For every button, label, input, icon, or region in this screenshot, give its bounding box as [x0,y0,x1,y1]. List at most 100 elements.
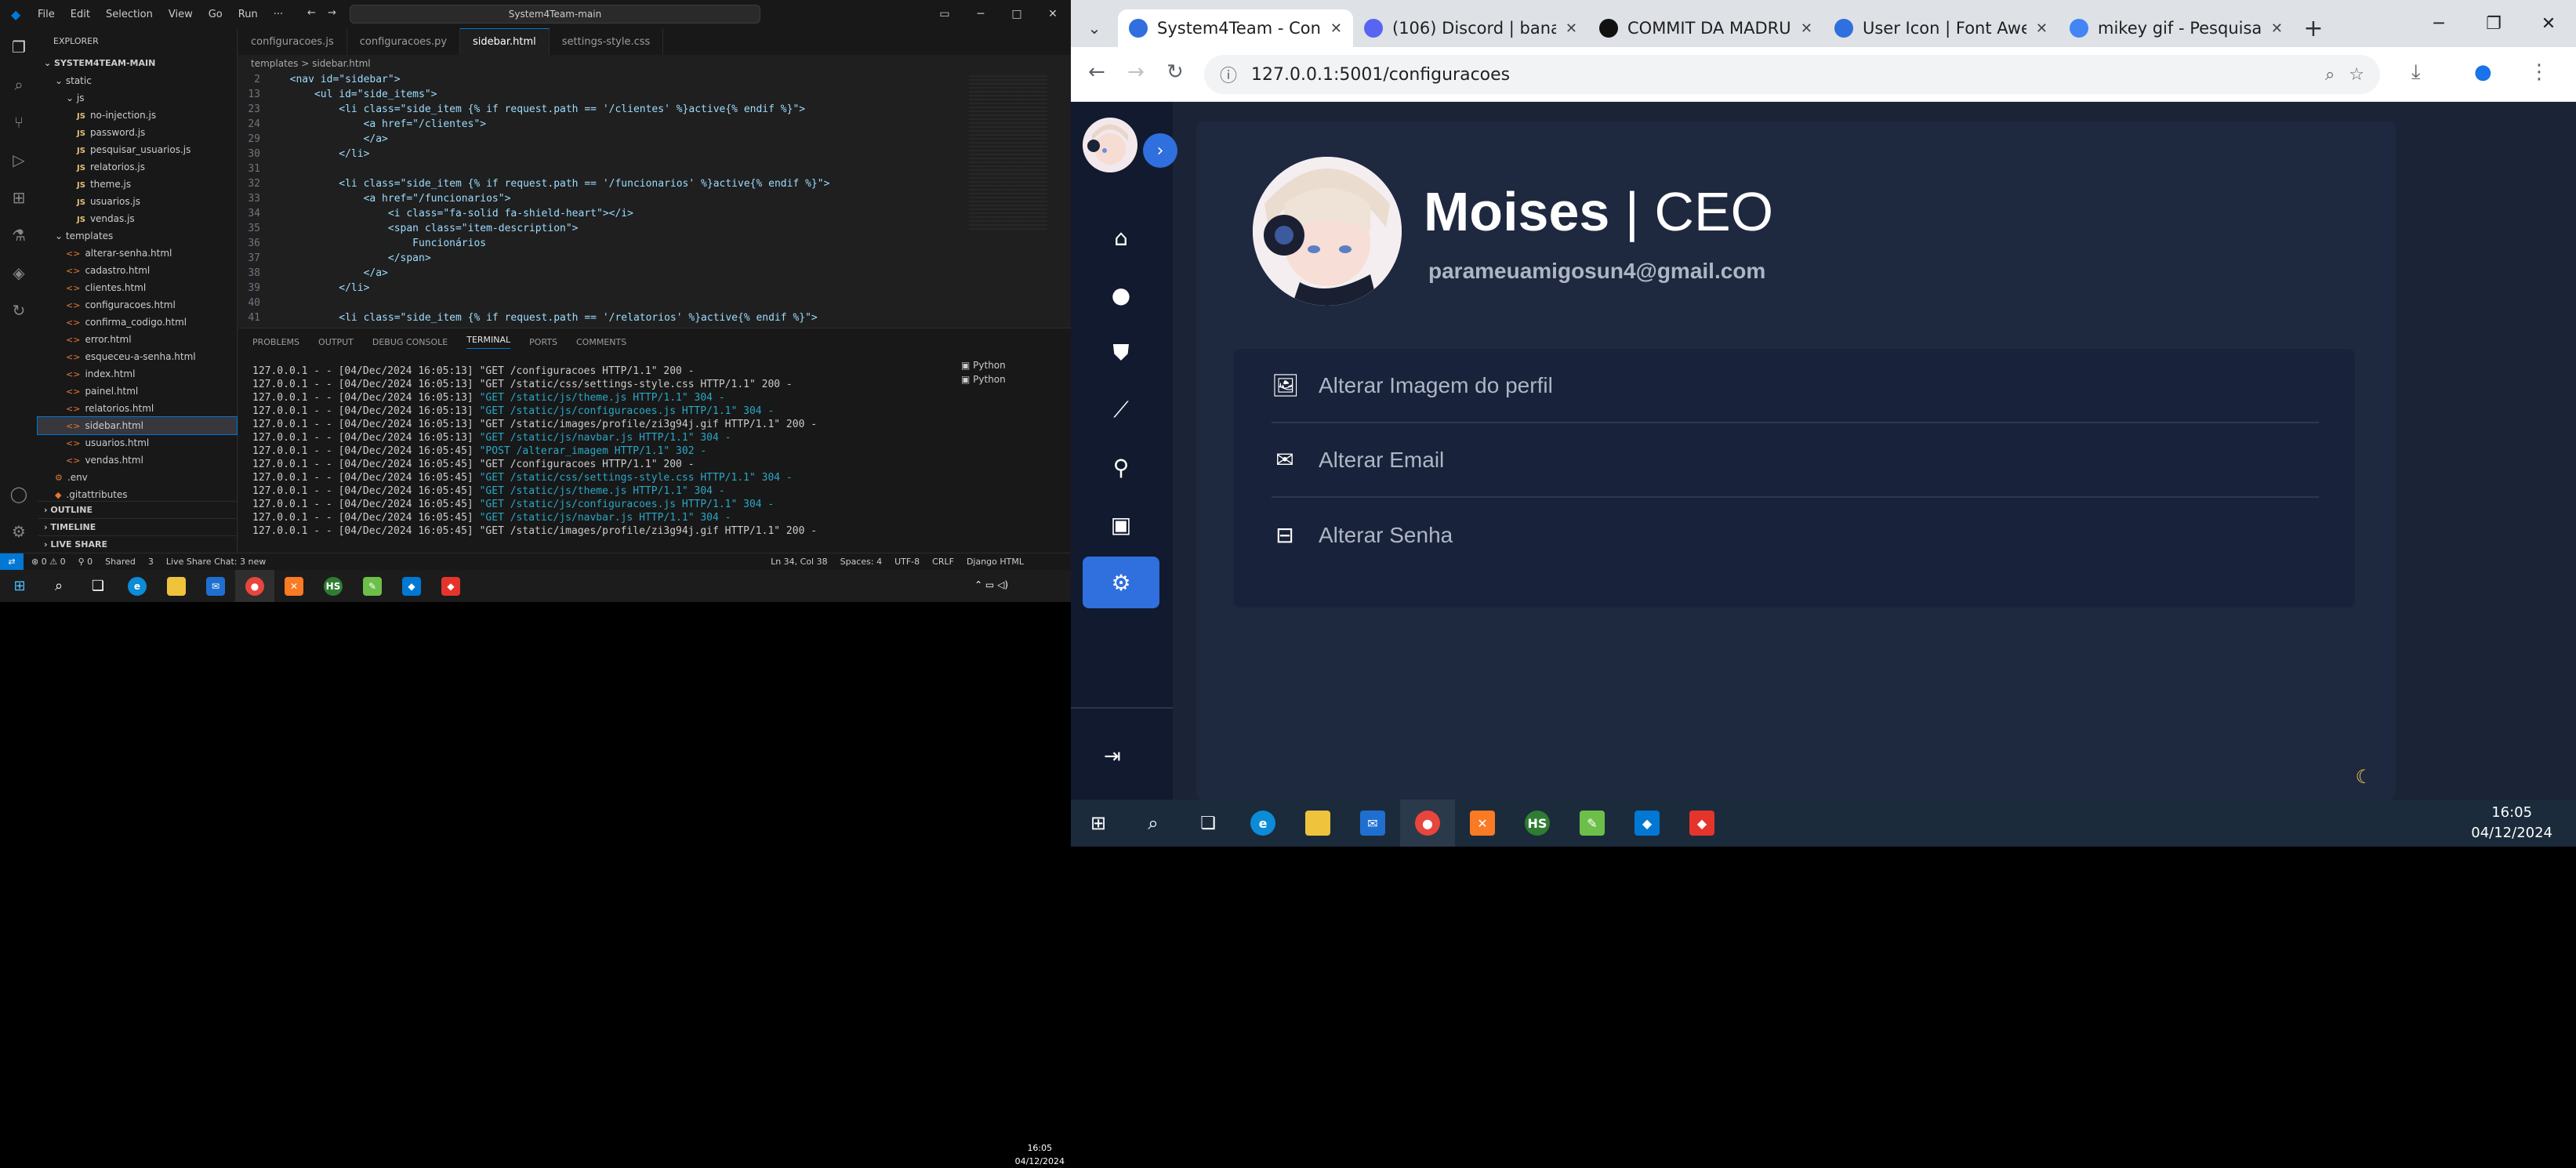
run-debug-icon[interactable]: ▷ [0,141,38,179]
tree-item[interactable]: <> relatorios.html [38,400,237,417]
tree-item[interactable]: <> vendas.html [38,452,237,469]
remote-icon[interactable]: ⇄ [0,553,24,571]
python-icon[interactable]: ◈ [0,254,38,292]
close-button[interactable]: ✕ [2521,0,2576,47]
windows-start-icon[interactable]: ⊞ [1071,800,1126,847]
tree-item[interactable]: ⌄ static [38,72,237,89]
status-item[interactable]: Live Share Chat: 3 new [166,557,266,567]
tree-item[interactable]: <> alterar-senha.html [38,245,237,262]
explorer-section[interactable]: › LIVE SHARE [38,535,238,553]
account-icon[interactable]: ◯ [0,475,38,513]
settings-option-0[interactable]: 🖼 Alterar Imagem do perfil [1272,349,2319,423]
extensions-icon[interactable]: ⊞ [0,179,38,216]
testing-icon[interactable]: ⚗ [0,216,38,254]
system-tray[interactable]: ⌃ ▭ ◁) [974,579,1008,590]
menu-item[interactable]: View [169,9,193,20]
minimize-button[interactable]: ─ [963,0,999,28]
tree-item[interactable]: <> error.html [38,331,237,348]
nav-back-icon[interactable]: ← [307,7,316,19]
reload-icon[interactable]: ↻ [1166,60,1184,84]
thumbtack-icon[interactable]: ⚲ [1083,441,1159,493]
theme-moon-icon[interactable]: ☾ [2355,766,2372,788]
menu-item[interactable]: File [38,9,55,20]
notepad-icon[interactable]: ✎ [1565,800,1620,847]
panel-tab[interactable]: PROBLEMS [252,337,299,347]
command-center-search[interactable]: System4Team-main [350,5,760,24]
panel-tab[interactable]: DEBUG CONSOLE [372,337,448,347]
close-tab-icon[interactable]: ✕ [2036,20,2048,37]
tab-search-icon[interactable]: ⌄ [1071,9,1118,47]
layout-icon[interactable]: ▭ [927,0,963,28]
clock-right[interactable]: 16:05 04/12/2024 [2471,803,2552,843]
terminal-instance[interactable]: ▣ Python [961,374,1055,388]
anydesk-icon[interactable]: ◆ [431,570,470,602]
tree-item[interactable]: <> usuarios.html [38,434,237,452]
tree-item[interactable]: <> painel.html [38,383,237,400]
file-explorer-icon[interactable] [157,570,196,602]
status-item[interactable]: UTF-8 [894,557,920,567]
browser-tab[interactable]: User Icon | Font Awesome ✕ [1823,9,2059,47]
task-view-icon[interactable]: ❏ [78,570,118,602]
minimize-button[interactable]: ─ [2411,0,2466,47]
settings-option-2[interactable]: ⊟ Alterar Senha [1272,498,2319,572]
vscode-taskbar-icon[interactable]: ◆ [392,570,431,602]
status-item[interactable]: Spaces: 4 [840,557,882,567]
status-item[interactable]: ⚲ 0 [78,557,93,567]
explorer-root[interactable]: ⌄ SYSTEM4TEAM-MAIN [38,55,237,72]
tree-item[interactable]: <> cadastro.html [38,262,237,279]
heidisql-icon[interactable]: HS [314,570,353,602]
site-info-icon[interactable]: ⓘ [1220,62,1237,87]
task-view-icon[interactable]: ❏ [1181,800,1235,847]
search-icon[interactable]: ⌕ [0,66,38,103]
explorer-icon[interactable]: ❐ [0,28,38,66]
code-view[interactable]: 2 <nav id="sidebar"> 13 <ul id="side_item… [238,72,1071,325]
windows-start-icon[interactable]: ⊞ [0,570,39,602]
panel-tab[interactable]: PORTS [529,337,557,347]
status-item[interactable]: CRLF [932,557,954,567]
xampp-icon[interactable]: ✕ [1455,800,1510,847]
home-icon[interactable]: ⌂ [1083,212,1159,263]
panel-tab[interactable]: COMMENTS [576,337,626,347]
clock-left[interactable]: 16:05 04/12/2024 [1015,1141,1065,1168]
editor-tab[interactable]: sidebar.html [460,28,550,55]
manage-gear-icon[interactable]: ⚙ [0,513,38,550]
chrome-menu-icon[interactable]: ⋮ [2529,60,2549,84]
browser-tab[interactable]: mikey gif - Pesquisa Goo ✕ [2059,9,2294,47]
tree-item[interactable]: JS pesquisar_usuarios.js [38,141,237,158]
menu-item[interactable]: Edit [71,9,90,20]
money-icon[interactable]: ▣ [1083,499,1159,550]
browser-tab[interactable]: System4Team - Configura ✕ [1118,9,1353,47]
live-share-icon[interactable]: ↻ [0,292,38,329]
mail-icon[interactable]: ✉ [1345,800,1400,847]
sidebar-toggle-chevron-icon[interactable]: › [1143,133,1177,168]
tree-item[interactable]: JS usuarios.js [38,193,237,210]
tree-item[interactable]: JS vendas.js [38,210,237,227]
new-tab-button[interactable]: + [2294,9,2333,47]
chrome-icon[interactable]: ● [235,570,274,602]
tree-item[interactable]: <> clientes.html [38,279,237,296]
close-tab-icon[interactable]: ✕ [1801,20,1812,37]
tree-item[interactable]: JS theme.js [38,176,237,193]
maximize-button[interactable]: □ [999,0,1035,28]
zoom-icon[interactable]: ⌕ [2325,65,2335,85]
tree-item[interactable]: ⌄ js [38,89,237,107]
close-button[interactable]: ✕ [1035,0,1071,28]
tree-item[interactable]: <> esqueceu-a-senha.html [38,348,237,365]
terminal-instance[interactable]: ▣ Python [961,360,1055,374]
tree-item[interactable]: <> index.html [38,365,237,383]
editor-tab[interactable]: settings-style.css [550,28,664,55]
taskbar-search-icon[interactable]: ⌕ [1126,800,1181,847]
address-bar[interactable]: ⓘ 127.0.0.1:5001/configuracoes ⌕ ☆ [1204,55,2380,94]
explorer-section[interactable]: › OUTLINE [38,501,238,518]
forward-icon[interactable]: → [1127,60,1145,84]
editor-tab[interactable]: configuracoes.py [347,28,461,55]
xampp-icon[interactable]: ✕ [274,570,314,602]
menu-item[interactable]: ··· [274,9,283,20]
status-item[interactable]: Django HTML [967,557,1024,567]
user-icon[interactable]: ● [1083,269,1159,321]
tree-item[interactable]: ⚙ .env [38,469,237,486]
shield-heart-icon[interactable]: ⛊ [1083,327,1159,379]
heidisql-icon[interactable]: HS [1510,800,1565,847]
panel-tab[interactable]: TERMINAL [466,335,511,349]
tree-item[interactable]: <> sidebar.html [37,416,238,435]
